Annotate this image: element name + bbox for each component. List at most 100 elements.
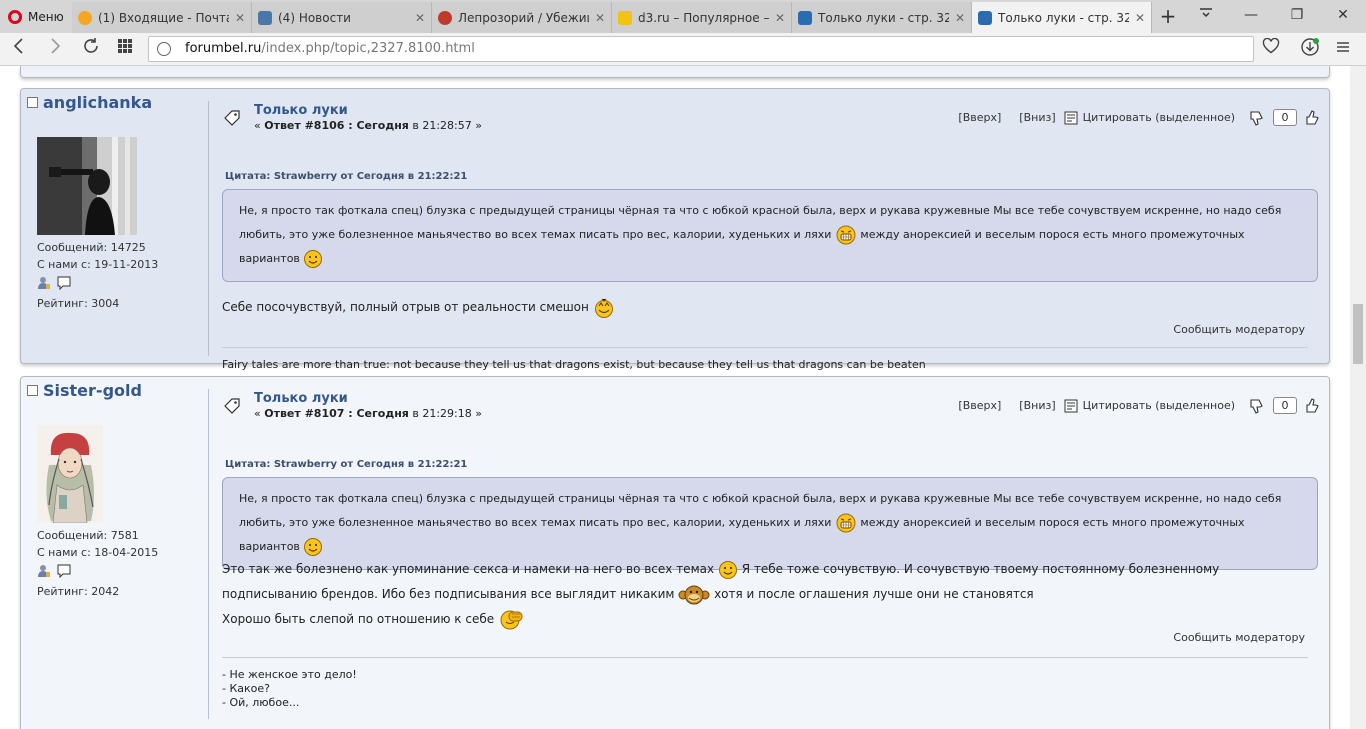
message-count: Сообщений: 7581 xyxy=(37,529,139,542)
tab-menu-icon[interactable] xyxy=(1196,4,1216,28)
tab-vk[interactable]: (4) Новости ✕ xyxy=(252,2,432,33)
tab-mail[interactable]: (1) Входящие - Почта Mail.Ru ✕ xyxy=(72,2,252,33)
avatar xyxy=(37,425,103,523)
thumbs-down-icon[interactable] xyxy=(1249,110,1265,126)
post-header: Только луки « Ответ #8107 : Сегодня в 21… xyxy=(221,389,1321,429)
vk-favicon-icon xyxy=(258,10,272,25)
download-icon[interactable] xyxy=(1297,37,1323,61)
quote-label: Цитировать (выделенное) xyxy=(1082,399,1235,412)
poster-name: anglichanka xyxy=(27,93,152,112)
reply-info: « Ответ #8107 : Сегодня в 21:29:18 » xyxy=(254,407,482,420)
quote-header[interactable]: Цитата: Strawberry от Сегодня в 21:22:21 xyxy=(225,459,467,470)
go-up-link[interactable]: [Вверх] xyxy=(958,399,1001,412)
forward-icon[interactable] xyxy=(42,37,68,61)
thumbs-up-icon[interactable] xyxy=(1305,109,1321,126)
forum-favicon-icon xyxy=(978,10,992,25)
private-message-icon[interactable] xyxy=(57,564,71,578)
vote-count: 0 xyxy=(1273,109,1297,126)
previous-post-edge xyxy=(20,66,1330,78)
url-text[interactable]: forumbel.ru/index.php/topic,2327.8100.ht… xyxy=(185,41,475,56)
go-up-link[interactable]: [Вверх] xyxy=(958,111,1001,124)
user-rating: Рейтинг: 3004 xyxy=(37,297,120,310)
d3-favicon-icon xyxy=(618,10,632,25)
opera-menu-button[interactable]: Меню xyxy=(0,0,72,33)
tab-forum-active[interactable]: Только луки - стр. 325 ✕ xyxy=(972,2,1152,33)
quote-button[interactable]: Цитировать (выделенное) xyxy=(1064,111,1235,125)
offline-status-icon xyxy=(27,97,38,108)
poster-action-icons xyxy=(37,276,71,290)
signature-divider xyxy=(222,347,1308,348)
poster-divider xyxy=(208,101,209,356)
tab-d3[interactable]: d3.ru – Популярное – Видео ✕ xyxy=(612,2,792,33)
sidebar-toggle-icon[interactable] xyxy=(1330,37,1356,61)
tab-bar: Меню (1) Входящие - Почта Mail.Ru ✕ (4) … xyxy=(0,0,1366,33)
smile-smiley-icon xyxy=(304,538,323,556)
monkey-smiley-icon xyxy=(678,585,710,604)
page-content: anglichanka Сообщений: 14725 С нами с: 1… xyxy=(0,66,1350,729)
tab-forum-1[interactable]: Только луки - стр. 325 ✕ xyxy=(792,2,972,33)
poster-name-link[interactable]: anglichanka xyxy=(43,93,152,112)
signature-divider xyxy=(222,657,1308,658)
topic-icon xyxy=(224,110,240,126)
post-actions: [Вверх] [Вниз] Цитировать (выделенное) 0 xyxy=(958,109,1321,126)
avatar xyxy=(37,137,137,235)
report-to-moderator-link[interactable]: Сообщить модератору xyxy=(1173,631,1305,644)
post-header: Только луки « Ответ #8106 : Сегодня в 21… xyxy=(221,101,1321,141)
close-tab-icon[interactable]: ✕ xyxy=(235,11,245,25)
profile-icon[interactable] xyxy=(37,276,51,290)
smile-smiley-icon xyxy=(718,560,737,579)
tab-leprosorium[interactable]: Лепрозорий / Убежище ✕ xyxy=(432,2,612,33)
joined-date: С нами с: 18-04-2015 xyxy=(37,546,159,559)
quote-button[interactable]: Цитировать (выделенное) xyxy=(1064,399,1235,413)
opera-logo-icon xyxy=(8,9,22,24)
reply-number[interactable]: Ответ #8107 : Сегодня xyxy=(264,407,409,420)
thumbs-down-icon[interactable] xyxy=(1249,398,1265,414)
grinning-smiley-icon xyxy=(594,298,613,318)
quote-block: Не, я просто так фоткала спец) блузка с … xyxy=(222,189,1318,282)
quote-header[interactable]: Цитата: Strawberry от Сегодня в 21:22:21 xyxy=(225,171,467,182)
forum-post: anglichanka Сообщений: 14725 С нами с: 1… xyxy=(20,88,1330,371)
go-down-link[interactable]: [Вниз] xyxy=(1019,399,1055,412)
private-message-icon[interactable] xyxy=(57,276,71,290)
facepalm-smiley-icon xyxy=(500,610,523,629)
profile-icon[interactable] xyxy=(37,564,51,578)
post-subject[interactable]: Только луки xyxy=(254,103,348,118)
joined-date: С нами с: 19-11-2013 xyxy=(37,258,159,271)
new-tab-button[interactable]: + xyxy=(1158,4,1178,28)
globe-icon xyxy=(157,42,171,56)
poster-name-link[interactable]: Sister-gold xyxy=(43,381,142,400)
bookmark-heart-icon[interactable] xyxy=(1258,37,1284,61)
close-tab-icon[interactable]: ✕ xyxy=(595,11,605,25)
minimize-icon[interactable]: — xyxy=(1228,0,1274,30)
poster-name: Sister-gold xyxy=(27,381,142,400)
mail-favicon-icon xyxy=(78,10,92,25)
reply-info: « Ответ #8106 : Сегодня в 21:28:57 » xyxy=(254,119,482,132)
close-window-icon[interactable]: ✕ xyxy=(1320,0,1366,30)
navigation-toolbar: forumbel.ru/index.php/topic,2327.8100.ht… xyxy=(0,33,1366,66)
close-tab-icon[interactable]: ✕ xyxy=(775,11,785,25)
laughing-smiley-icon xyxy=(836,513,856,533)
poster-divider xyxy=(208,389,209,719)
close-tab-icon[interactable]: ✕ xyxy=(1135,11,1145,25)
close-tab-icon[interactable]: ✕ xyxy=(415,11,425,25)
thumbs-up-icon[interactable] xyxy=(1305,397,1321,414)
signature: Fairy tales are more than true: not beca… xyxy=(222,358,926,371)
quote-label: Цитировать (выделенное) xyxy=(1082,111,1235,124)
post-subject[interactable]: Только луки xyxy=(254,391,348,406)
quote-icon xyxy=(1064,111,1078,124)
quote-icon xyxy=(1064,399,1078,412)
back-icon[interactable] xyxy=(6,37,32,61)
post-body: Это так же болезнено как упоминание секс… xyxy=(222,557,1312,632)
speed-dial-icon[interactable] xyxy=(112,37,138,61)
address-bar[interactable]: forumbel.ru/index.php/topic,2327.8100.ht… xyxy=(148,36,1254,62)
scrollbar-thumb[interactable] xyxy=(1353,304,1363,364)
maximize-icon[interactable]: ❐ xyxy=(1274,0,1320,30)
go-down-link[interactable]: [Вниз] xyxy=(1019,111,1055,124)
user-rating: Рейтинг: 2042 xyxy=(37,585,120,598)
page-scrollbar[interactable] xyxy=(1350,66,1366,729)
report-to-moderator-link[interactable]: Сообщить модератору xyxy=(1173,323,1305,336)
reply-number[interactable]: Ответ #8106 : Сегодня xyxy=(264,119,409,132)
close-tab-icon[interactable]: ✕ xyxy=(955,11,965,25)
reload-icon[interactable] xyxy=(78,37,104,61)
laughing-smiley-icon xyxy=(836,225,856,245)
